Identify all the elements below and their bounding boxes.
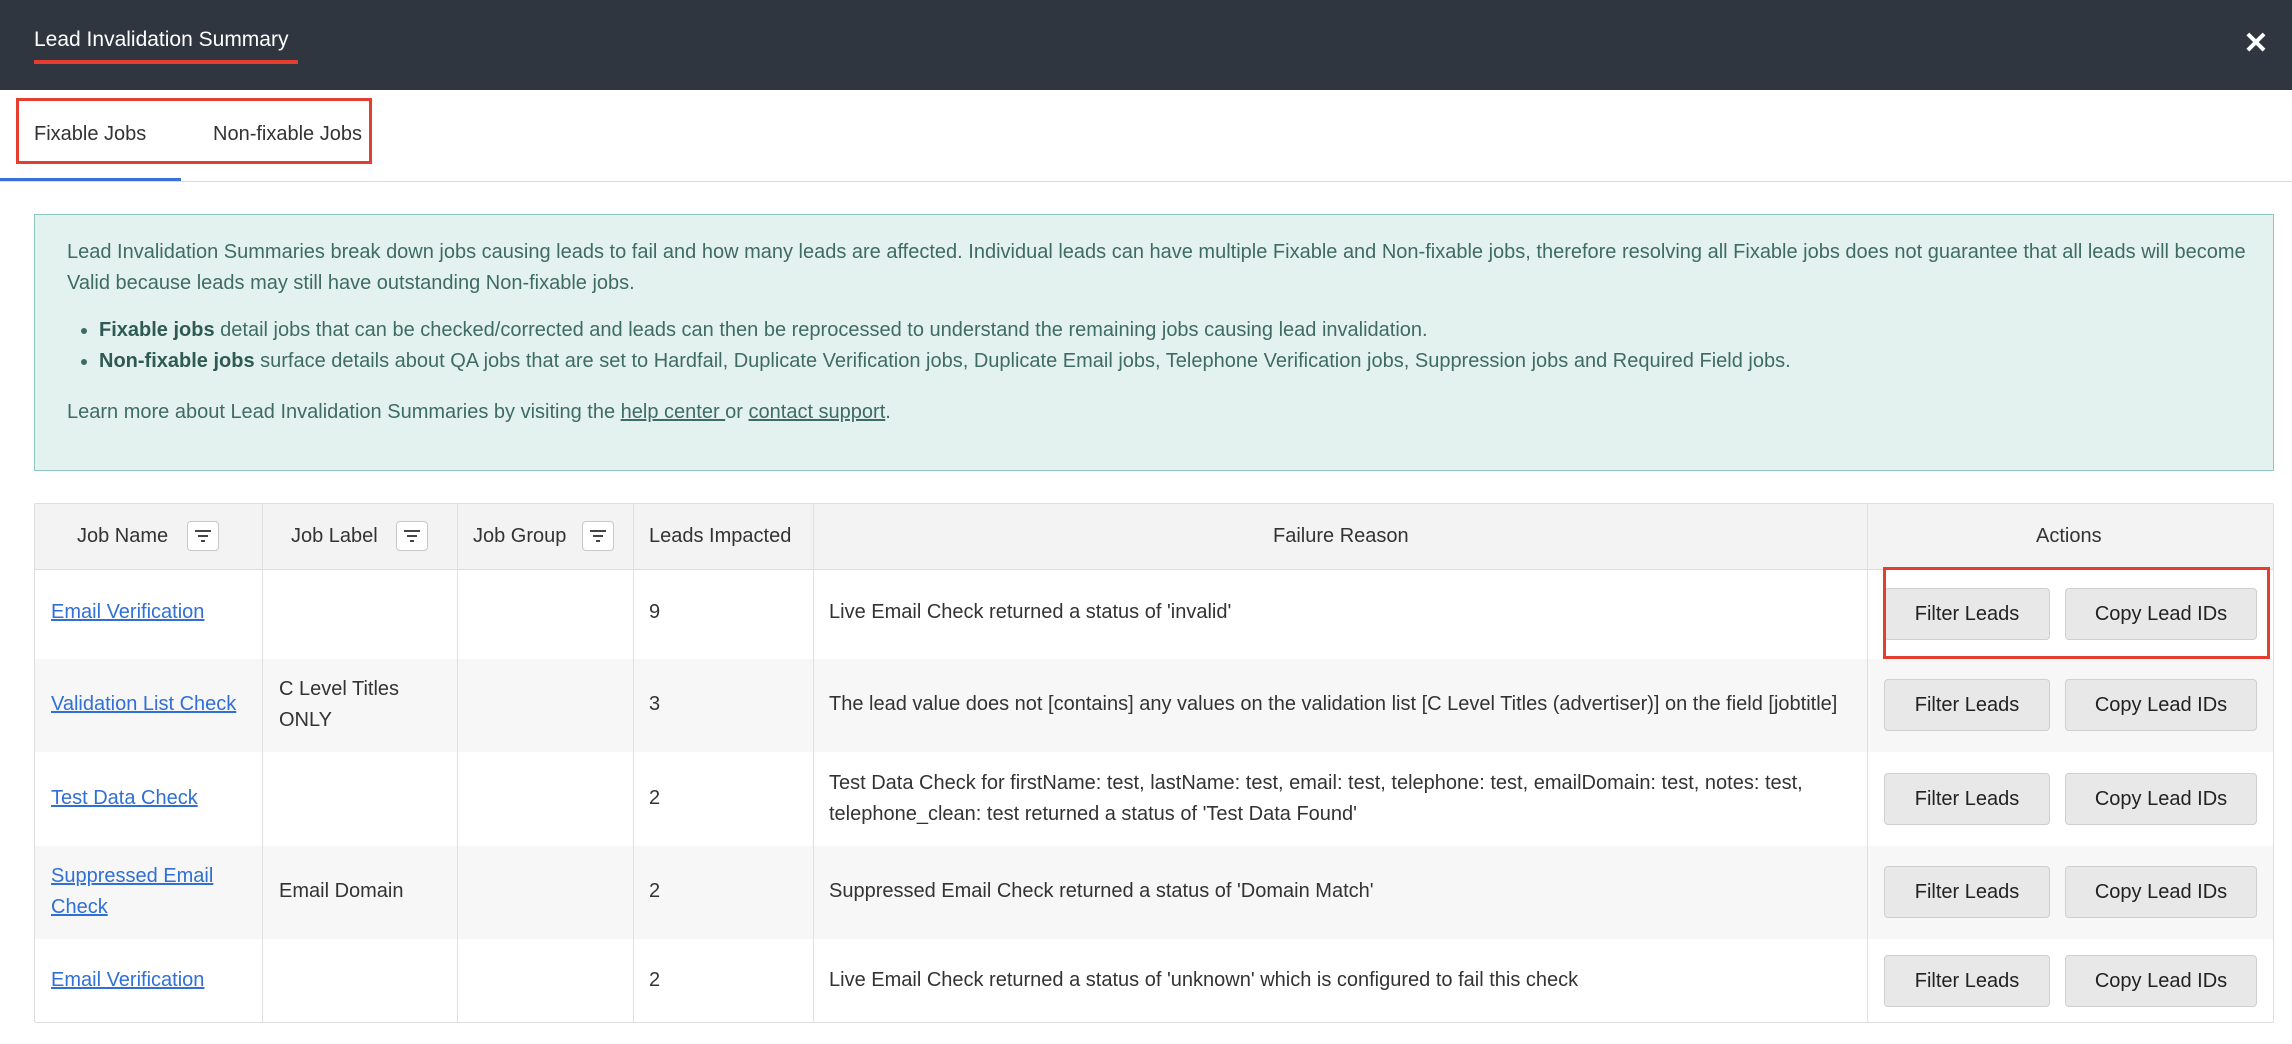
bullet-text: detail jobs that can be checked/correcte… xyxy=(214,319,1428,341)
col-job-name: Job Name xyxy=(77,525,169,547)
col-job-group: Job Group xyxy=(473,525,567,547)
learn-prefix: Learn more about Lead Invalidation Summa… xyxy=(67,401,621,423)
leads-impacted-value: 9 xyxy=(649,601,661,623)
filter-leads-button[interactable]: Filter Leads xyxy=(1884,679,2050,731)
table-header: Job Name Job Label Job Group Leads Impac… xyxy=(35,504,2273,570)
table-row: Validation List Check C Level Titles ONL… xyxy=(35,659,2273,752)
contact-support-link[interactable]: contact support xyxy=(749,401,886,423)
close-icon[interactable]: ✕ xyxy=(2236,24,2276,64)
learn-more-text: Learn more about Lead Invalidation Summa… xyxy=(67,401,891,424)
failure-reason-text: Test Data Check for firstName: test, las… xyxy=(829,772,1803,825)
leads-impacted-value: 3 xyxy=(649,693,661,715)
job-name-link[interactable]: Validation List Check xyxy=(51,689,236,720)
info-bullet-non-fixable: Non-fixable jobs surface details about Q… xyxy=(99,346,1791,377)
leads-impacted-value: 2 xyxy=(649,880,661,902)
leads-impacted-value: 2 xyxy=(649,969,661,991)
bullet-text: surface details about QA jobs that are s… xyxy=(254,350,1791,372)
failure-reason-text: The lead value does not [contains] any v… xyxy=(829,693,1838,715)
column-divider xyxy=(813,504,814,1022)
job-label-filter-icon[interactable] xyxy=(396,521,428,551)
col-actions: Actions xyxy=(2036,525,2102,547)
column-divider xyxy=(1867,504,1868,1022)
job-group-filter-icon[interactable] xyxy=(582,521,614,551)
period-text: . xyxy=(885,401,891,423)
column-divider xyxy=(262,504,263,1022)
column-divider xyxy=(633,504,634,1022)
help-center-link[interactable]: help center xyxy=(621,401,726,423)
col-failure-reason: Failure Reason xyxy=(1273,525,1409,547)
info-description: Lead Invalidation Summaries break down j… xyxy=(67,241,2246,294)
bullet-term: Non-fixable jobs xyxy=(99,350,255,372)
active-tab-indicator xyxy=(0,178,181,181)
job-name-link[interactable]: Suppressed Email Check xyxy=(51,861,251,923)
copy-lead-ids-button[interactable]: Copy Lead IDs xyxy=(2065,866,2257,918)
table-row: Test Data Check 2 Test Data Check for fi… xyxy=(35,752,2273,846)
dialog-header: Lead Invalidation Summary ✕ xyxy=(0,0,2292,90)
table-row: Suppressed Email Check Email Domain 2 Su… xyxy=(35,846,2273,939)
copy-lead-ids-button[interactable]: Copy Lead IDs xyxy=(2065,773,2257,825)
filter-leads-button[interactable]: Filter Leads xyxy=(1884,773,2050,825)
filter-leads-button[interactable]: Filter Leads xyxy=(1884,866,2050,918)
col-job-label: Job Label xyxy=(291,525,378,547)
bullet-term: Fixable jobs xyxy=(99,319,215,341)
info-bullet-fixable: Fixable jobs detail jobs that can be che… xyxy=(99,315,1791,346)
job-name-filter-icon[interactable] xyxy=(187,521,219,551)
tabs-highlight-box xyxy=(16,98,372,164)
job-name-link[interactable]: Email Verification xyxy=(51,965,204,996)
column-divider xyxy=(457,504,458,1022)
failure-reason-text: Live Email Check returned a status of 'u… xyxy=(829,969,1579,991)
info-bullet-list: Fixable jobs detail jobs that can be che… xyxy=(67,315,1791,377)
leads-impacted-value: 2 xyxy=(649,787,661,809)
filter-leads-button[interactable]: Filter Leads xyxy=(1884,955,2050,1007)
failure-reason-text: Suppressed Email Check returned a status… xyxy=(829,880,1374,902)
table-row: Email Verification 2 Live Email Check re… xyxy=(35,939,2273,1022)
title-underline xyxy=(34,60,298,64)
actions-highlight-box xyxy=(1883,567,2270,659)
failure-reason-text: Live Email Check returned a status of 'i… xyxy=(829,601,1232,623)
or-text: or xyxy=(725,401,749,423)
col-leads-impacted: Leads Impacted xyxy=(649,525,792,547)
job-label-value: C Level Titles ONLY xyxy=(279,678,400,731)
dialog-title: Lead Invalidation Summary xyxy=(34,28,289,51)
info-panel: Lead Invalidation Summaries break down j… xyxy=(34,214,2274,471)
job-name-link[interactable]: Email Verification xyxy=(51,597,204,628)
job-label-value: Email Domain xyxy=(279,880,404,902)
job-name-link[interactable]: Test Data Check xyxy=(51,783,198,814)
copy-lead-ids-button[interactable]: Copy Lead IDs xyxy=(2065,679,2257,731)
copy-lead-ids-button[interactable]: Copy Lead IDs xyxy=(2065,955,2257,1007)
